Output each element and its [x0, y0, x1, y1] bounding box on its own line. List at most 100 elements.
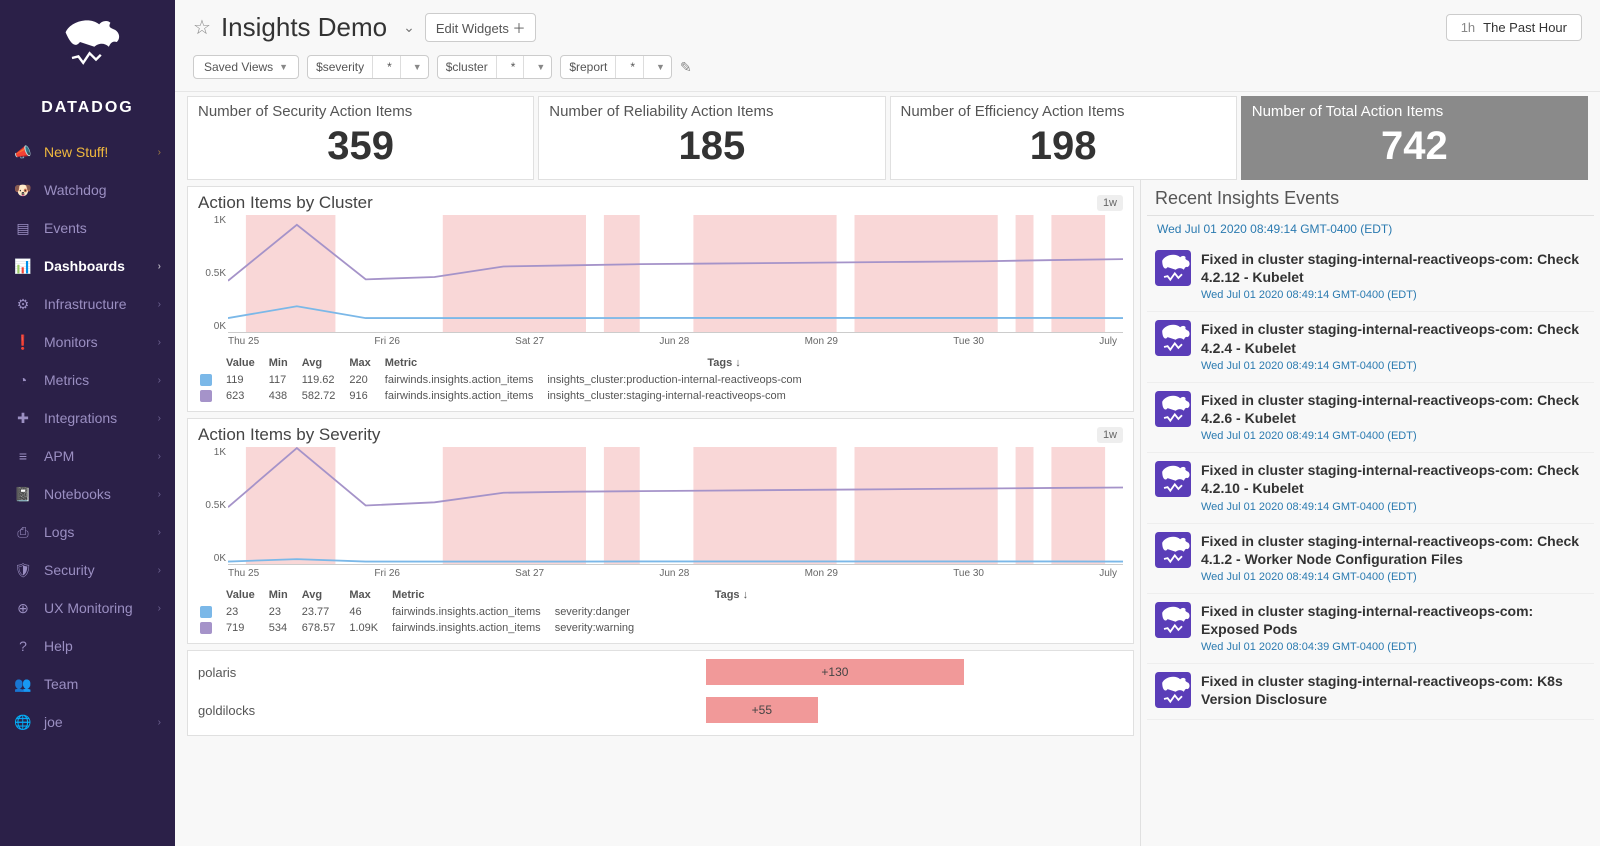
sidebar-item-ux-monitoring[interactable]: ⊕ UX Monitoring › [0, 589, 175, 627]
x-axis: Thu 25Fri 26Sat 27Jun 28Mon 29Tue 30July [228, 565, 1123, 579]
kpi-label: Number of Reliability Action Items [549, 103, 874, 120]
event-source-icon [1155, 602, 1191, 638]
kpi-value: 742 [1252, 124, 1577, 169]
sidebar-item-help[interactable]: ? Help [0, 627, 175, 665]
legend-row[interactable]: 119 117 119.62 220 fairwinds.insights.ac… [200, 373, 814, 387]
chart-area[interactable]: 1K0.5K0K [228, 447, 1123, 565]
brand-logo[interactable]: DATADOG [0, 0, 175, 125]
chart-panel[interactable]: Action Items by Cluster 1w 1K0.5K0K Thu … [187, 186, 1134, 412]
logs-icon: ⎙ [14, 523, 32, 541]
toplist-row[interactable]: goldilocks +55 [198, 691, 1123, 729]
chart-svg [228, 447, 1123, 564]
datadog-small-icon [1155, 602, 1191, 638]
kpi-card[interactable]: Number of Efficiency Action Items 198 [890, 96, 1237, 180]
time-short: 1h [1461, 20, 1475, 35]
toplist-row[interactable]: polaris +130 [198, 653, 1123, 691]
caret-down-icon: ▼ [650, 58, 671, 76]
datadog-small-icon [1155, 320, 1191, 356]
megaphone-icon: 📣 [14, 143, 32, 161]
team-icon: 👥 [14, 675, 32, 693]
kpi-row: Number of Security Action Items 359Numbe… [175, 96, 1600, 180]
sidebar-item-metrics[interactable]: ◔ Metrics › [0, 361, 175, 399]
toplist-track: +130 [288, 659, 1123, 685]
var-name: $cluster [438, 56, 497, 78]
legend-swatch [200, 374, 212, 386]
template-var-report[interactable]: $report*▼ [560, 55, 672, 79]
legend-metric: fairwinds.insights.action_items [385, 389, 546, 403]
legend-row[interactable]: 23 23 23.77 46 fairwinds.insights.action… [200, 605, 760, 619]
legend-row[interactable]: 623 438 582.72 916 fairwinds.insights.ac… [200, 389, 814, 403]
chevron-right-icon: › [158, 413, 161, 424]
saved-views-dropdown[interactable]: Saved Views ▼ [193, 55, 299, 79]
favorite-star-icon[interactable]: ☆ [193, 15, 211, 40]
chart-area[interactable]: 1K0.5K0K [228, 215, 1123, 333]
kpi-card[interactable]: Number of Security Action Items 359 [187, 96, 534, 180]
chevron-right-icon: › [158, 261, 161, 272]
legend-value: 119 [226, 373, 267, 387]
sidebar-item-joe[interactable]: 🌐 joe › [0, 703, 175, 741]
plug-icon: ✚ [14, 409, 32, 427]
kpi-card[interactable]: Number of Total Action Items 742 [1241, 96, 1588, 180]
legend-row[interactable]: 719 534 678.57 1.09K fairwinds.insights.… [200, 621, 760, 635]
panel-range[interactable]: 1w [1097, 427, 1123, 443]
event-item[interactable]: Fixed in cluster staging-internal-reacti… [1147, 594, 1594, 664]
panel-title: Action Items by Severity [198, 425, 380, 445]
chart-panel[interactable]: Action Items by Severity 1w 1K0.5K0K Thu… [187, 418, 1134, 644]
legend-value: 719 [226, 621, 267, 635]
edit-variables-icon[interactable]: ✎ [680, 59, 692, 76]
brand-name: DATADOG [12, 99, 163, 117]
event-title: Fixed in cluster staging-internal-reacti… [1201, 532, 1586, 568]
toplist-panel[interactable]: polaris +130 goldilocks +55 [187, 650, 1134, 736]
sidebar-item-watchdog[interactable]: 🐶 Watchdog [0, 171, 175, 209]
legend-value: 23 [226, 605, 267, 619]
sidebar-item-infrastructure[interactable]: ⚙ Infrastructure › [0, 285, 175, 323]
legend-tags: severity:warning [555, 621, 760, 635]
kpi-label: Number of Efficiency Action Items [901, 103, 1226, 120]
events-header: Recent Insights Events [1147, 180, 1594, 216]
y-axis: 1K0.5K0K [198, 215, 226, 332]
alert-icon: ❗ [14, 333, 32, 351]
sidebar-item-events[interactable]: ▤ Events [0, 209, 175, 247]
chevron-right-icon: › [158, 451, 161, 462]
time-picker[interactable]: 1h The Past Hour [1446, 14, 1582, 41]
chart-svg [228, 215, 1123, 332]
sidebar-item-notebooks[interactable]: 📓 Notebooks › [0, 475, 175, 513]
sidebar-item-monitors[interactable]: ❗ Monitors › [0, 323, 175, 361]
kpi-label: Number of Security Action Items [198, 103, 523, 120]
sidebar-item-security[interactable]: 🛡 Security › [0, 551, 175, 589]
template-var-cluster[interactable]: $cluster*▼ [437, 55, 553, 79]
event-item[interactable]: Fixed in cluster staging-internal-reacti… [1147, 242, 1594, 312]
kpi-label: Number of Total Action Items [1252, 103, 1577, 120]
event-source-icon [1155, 672, 1191, 708]
dog-icon: 🐶 [14, 181, 32, 199]
event-source-icon [1155, 532, 1191, 568]
edit-widgets-button[interactable]: Edit Widgets ＋ [425, 13, 537, 42]
content-grid: Action Items by Cluster 1w 1K0.5K0K Thu … [175, 180, 1600, 846]
datadog-small-icon [1155, 461, 1191, 497]
event-item[interactable]: Fixed in cluster staging-internal-reacti… [1147, 453, 1594, 523]
legend-min: 534 [269, 621, 300, 635]
kpi-card[interactable]: Number of Reliability Action Items 185 [538, 96, 885, 180]
sidebar-item-logs[interactable]: ⎙ Logs › [0, 513, 175, 551]
event-item[interactable]: Fixed in cluster staging-internal-reacti… [1147, 664, 1594, 719]
sidebar-item-integrations[interactable]: ✚ Integrations › [0, 399, 175, 437]
template-var-severity[interactable]: $severity*▼ [307, 55, 429, 79]
sidebar-item-apm[interactable]: ≡ APM › [0, 437, 175, 475]
legend-swatch [200, 622, 212, 634]
title-dropdown-icon[interactable]: ⌄ [403, 19, 415, 36]
event-item[interactable]: Fixed in cluster staging-internal-reacti… [1147, 312, 1594, 382]
sidebar-item-new-stuff-[interactable]: 📣 New Stuff! › [0, 133, 175, 171]
sidebar-item-label: APM [44, 448, 74, 464]
event-item[interactable]: Fixed in cluster staging-internal-reacti… [1147, 383, 1594, 453]
event-time: Wed Jul 01 2020 08:49:14 GMT-0400 (EDT) [1201, 430, 1586, 442]
sidebar-item-label: Infrastructure [44, 296, 126, 312]
legend-max: 46 [349, 605, 390, 619]
sidebar-item-label: Metrics [44, 372, 89, 388]
event-source-icon [1155, 320, 1191, 356]
event-item[interactable]: Fixed in cluster staging-internal-reacti… [1147, 524, 1594, 594]
sidebar-item-dashboards[interactable]: 📊 Dashboards › [0, 247, 175, 285]
panel-range[interactable]: 1w [1097, 195, 1123, 211]
event-title: Fixed in cluster staging-internal-reacti… [1201, 461, 1586, 497]
legend-tags: severity:danger [555, 605, 760, 619]
sidebar-item-team[interactable]: 👥 Team [0, 665, 175, 703]
